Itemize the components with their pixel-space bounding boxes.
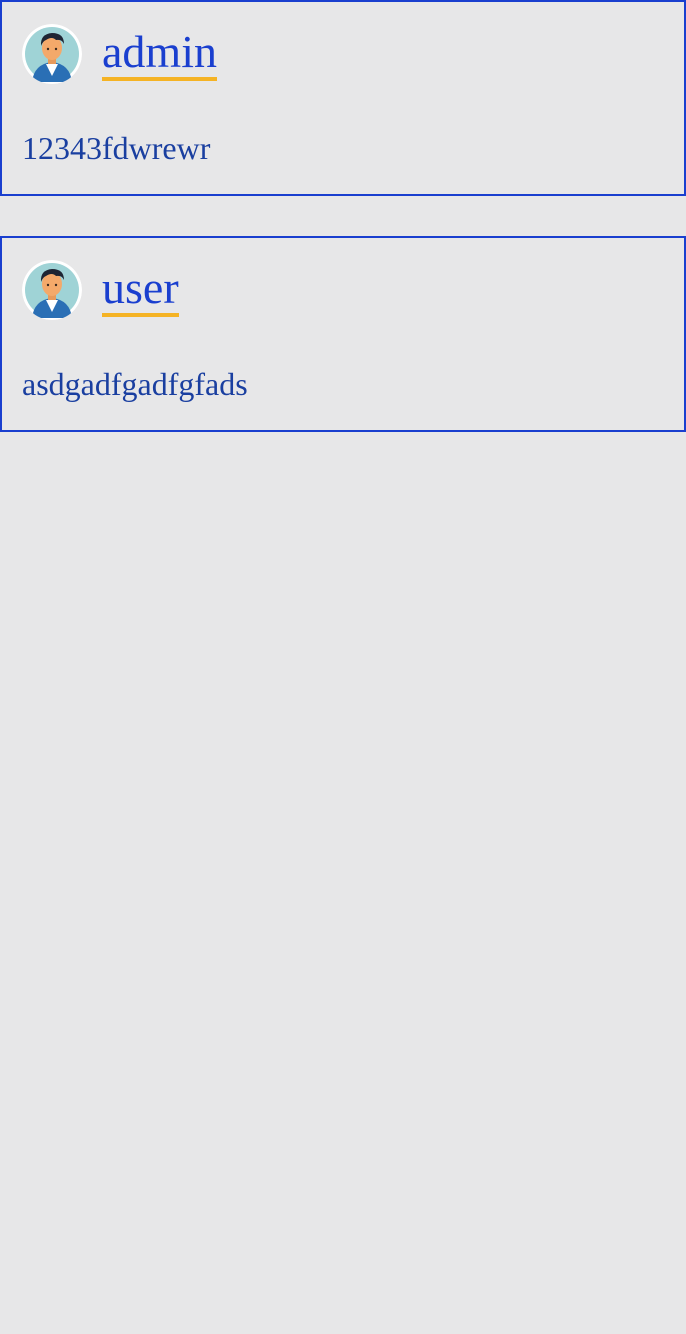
user-avatar-icon [22, 24, 82, 84]
post-message: asdgadfgadfgfads [22, 366, 248, 402]
post-header: user [22, 258, 179, 322]
username-link[interactable]: user [102, 263, 179, 317]
post-message: 12343fdwrewr [22, 130, 211, 166]
post-card: user asdgadfgadfgfads [0, 236, 686, 432]
post-card: admin 12343fdwrewr [0, 0, 686, 196]
post-header: admin [22, 22, 217, 86]
user-avatar-icon [22, 260, 82, 320]
username-link[interactable]: admin [102, 27, 217, 81]
post-list: admin 12343fdwrewr user asdgadfgadfgfads [0, 0, 686, 432]
